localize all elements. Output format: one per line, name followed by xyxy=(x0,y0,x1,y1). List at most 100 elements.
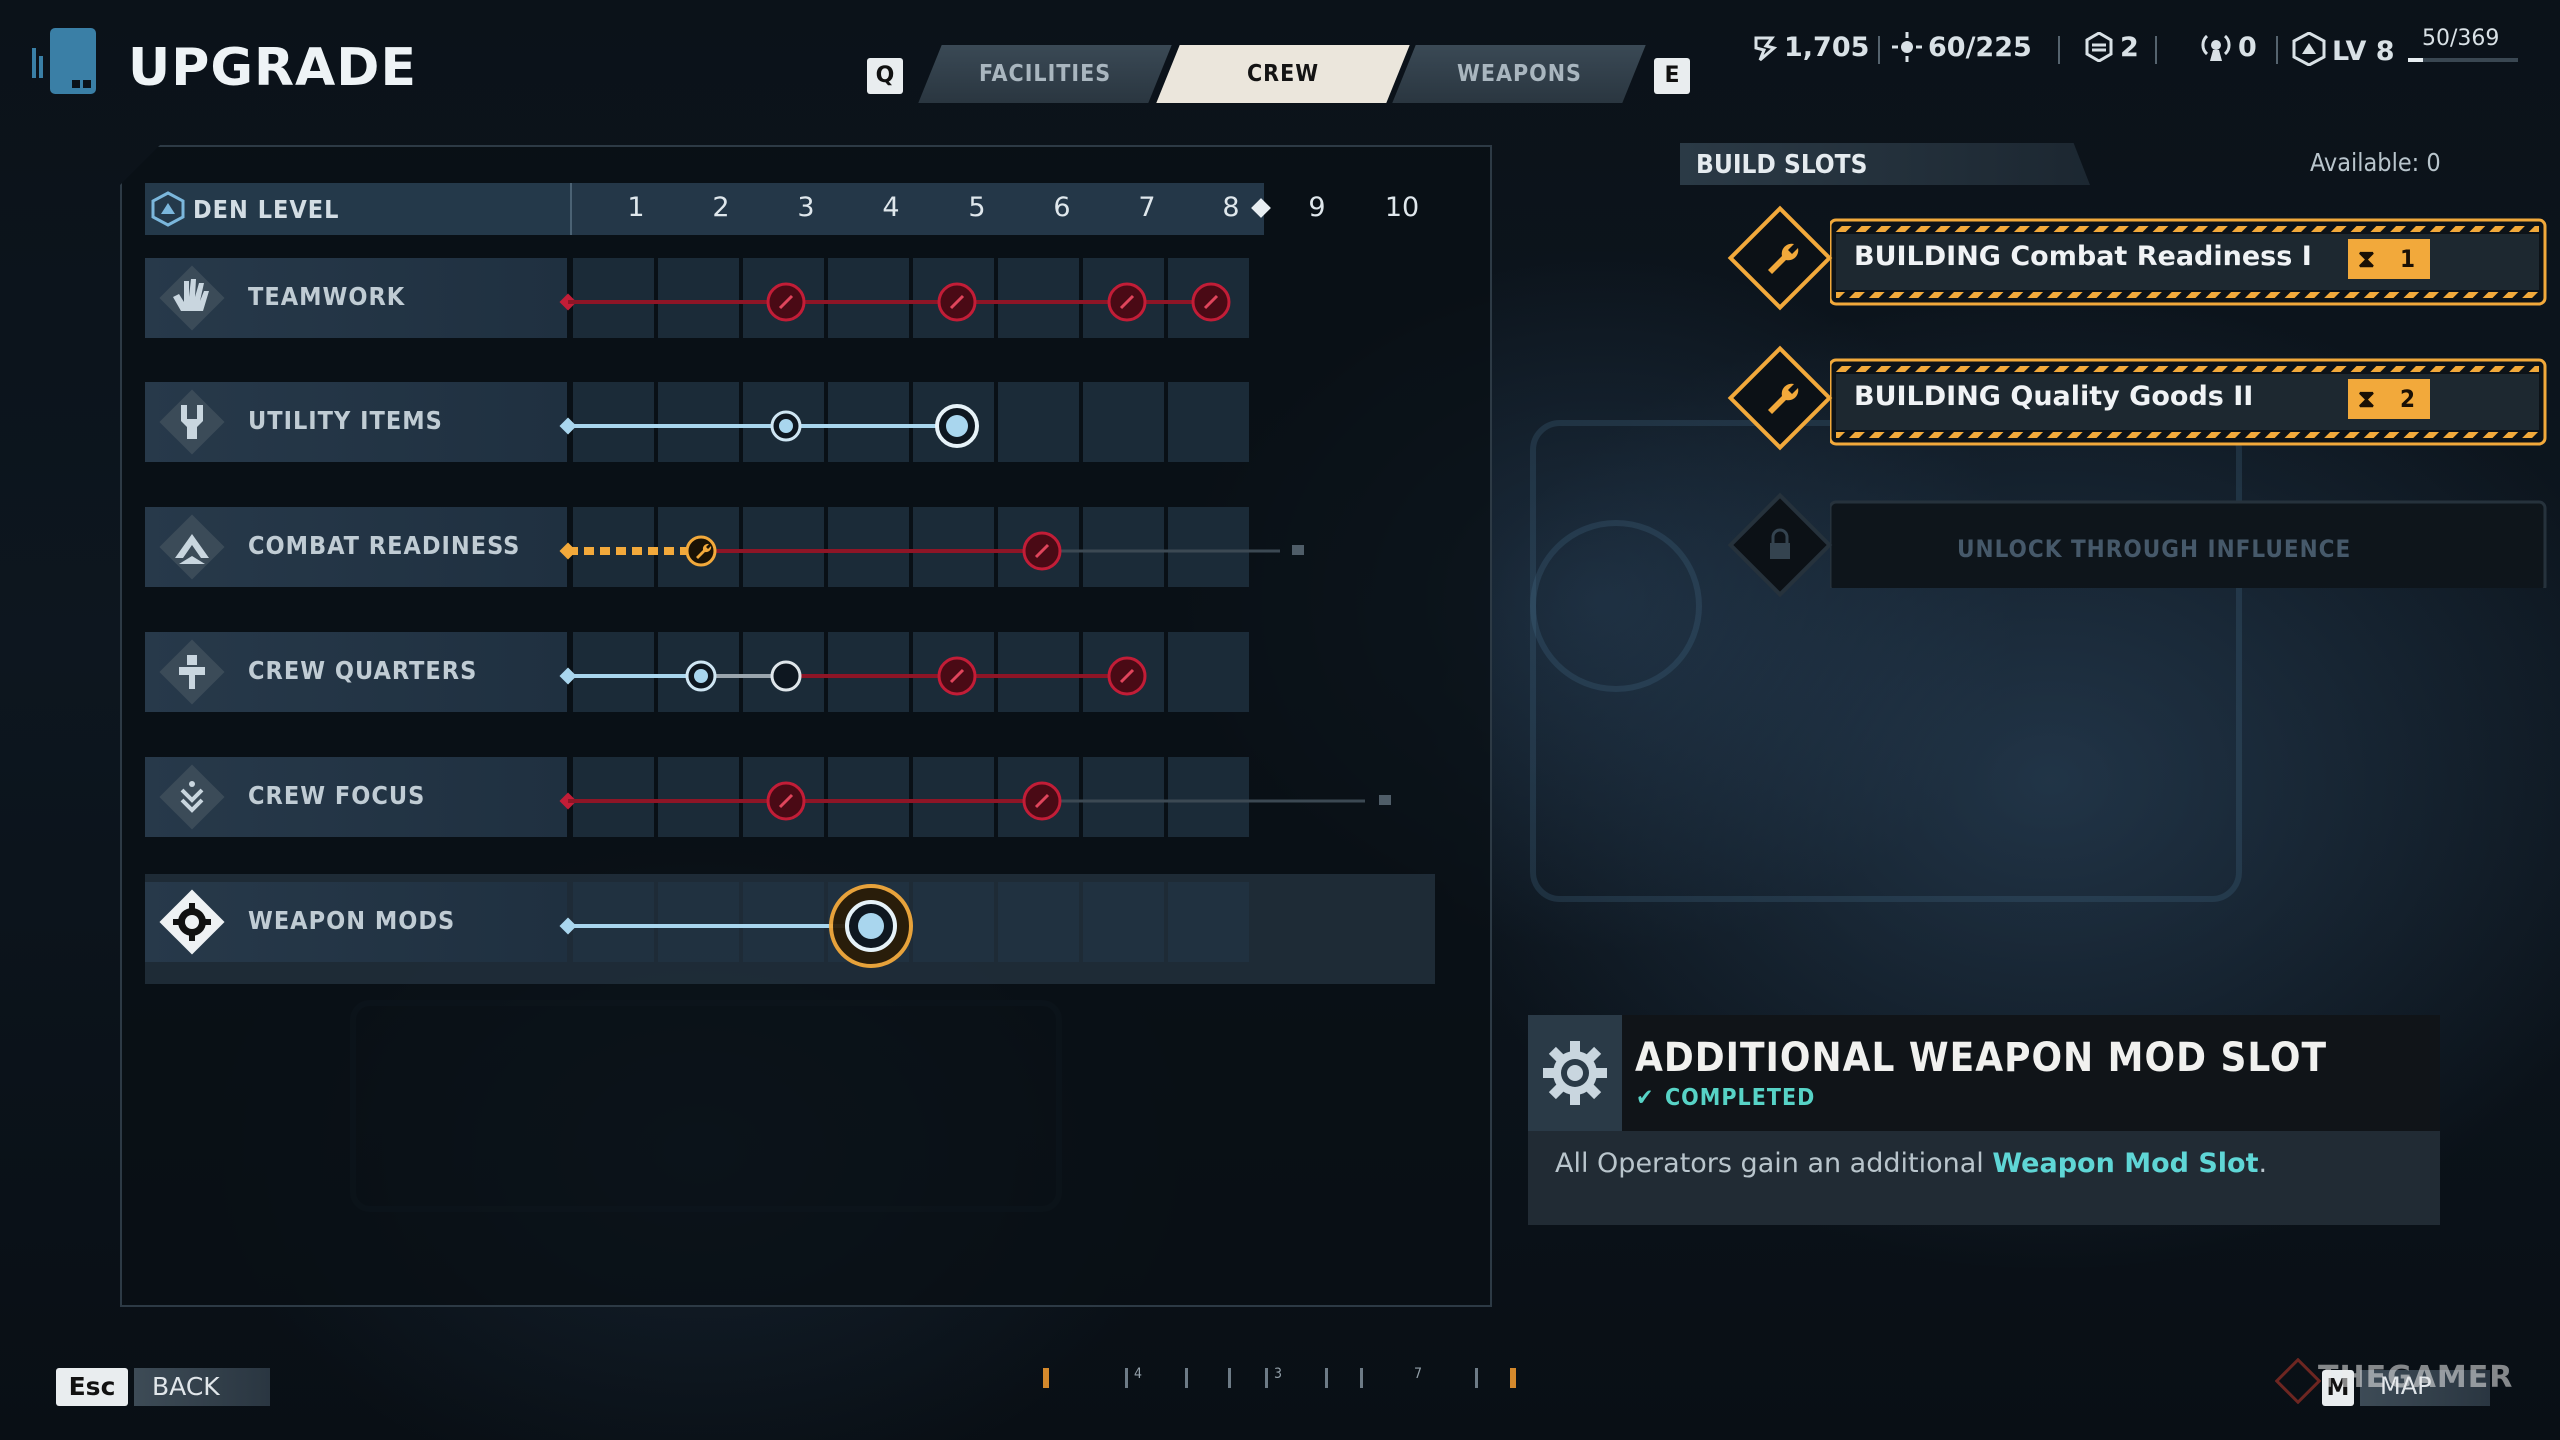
level-cell xyxy=(1168,882,1249,962)
gear-icon xyxy=(1543,1041,1607,1105)
level-cell xyxy=(998,258,1079,338)
build-timer-value: 2 xyxy=(2400,385,2416,413)
detail-desc-suffix: . xyxy=(2258,1148,2268,1179)
level-cell xyxy=(828,632,909,712)
detail-icon-box xyxy=(1528,1015,1622,1131)
level-cell xyxy=(828,757,909,837)
level-cell xyxy=(573,882,654,962)
den-level-8: 8 xyxy=(1222,192,1240,223)
build-timer-value: 1 xyxy=(2400,245,2416,273)
level-cell xyxy=(1083,382,1164,462)
level-cell xyxy=(658,507,739,587)
den-level-3: 3 xyxy=(797,192,815,223)
detail-title: ADDITIONAL WEAPON MOD SLOT xyxy=(1635,1035,2328,1081)
level-cell xyxy=(743,507,824,587)
upgrade-row-teamwork[interactable]: TEAMWORK xyxy=(145,250,1435,340)
level-cell xyxy=(573,632,654,712)
level-cell xyxy=(1168,258,1249,338)
upgrade-row-label: CREW FOCUS xyxy=(248,781,426,810)
hourglass-icon: ⧗ xyxy=(2358,385,2375,413)
detail-status: COMPLETED xyxy=(1665,1085,1816,1111)
level-cell xyxy=(743,258,824,338)
check-icon: ✔ xyxy=(1636,1085,1654,1111)
back-label: BACK xyxy=(152,1372,220,1401)
upgrade-row-weapon-mods[interactable]: WEAPON MODS xyxy=(145,874,1435,984)
detail-desc-highlight: Weapon Mod Slot xyxy=(1992,1148,2259,1179)
upgrade-row-label: COMBAT READINESS xyxy=(248,531,521,560)
claw-icon xyxy=(1754,36,1778,62)
tokens-value: 2 xyxy=(2120,32,2139,63)
level-cell xyxy=(913,507,994,587)
stat-divider xyxy=(2155,36,2157,64)
token-icon xyxy=(2085,31,2113,63)
level-cell xyxy=(913,632,994,712)
upgrade-row-crew-quarters[interactable]: CREW QUARTERS xyxy=(145,624,1435,714)
den-level-4: 4 xyxy=(882,192,900,223)
page-title: UPGRADE xyxy=(128,38,417,98)
watermark-logo-icon xyxy=(2275,1358,2321,1404)
tab-facilities[interactable]: FACILITIES xyxy=(918,45,1172,103)
level-cell xyxy=(573,382,654,462)
level-cell xyxy=(913,382,994,462)
build-slot-label: BUILDING Combat Readiness I xyxy=(1854,241,2312,272)
upgrade-row-crew-focus[interactable]: CREW FOCUS xyxy=(145,749,1435,839)
stat-divider xyxy=(1878,36,1880,64)
back-key[interactable]: Esc xyxy=(56,1368,128,1406)
level-cell xyxy=(998,382,1079,462)
den-level-2: 2 xyxy=(712,192,730,223)
level-cell xyxy=(1168,632,1249,712)
resource-stat: 60/225 xyxy=(1892,32,2032,63)
upgrade-detail-card: ADDITIONAL WEAPON MOD SLOT ✔ COMPLETED A… xyxy=(1528,1015,2440,1225)
bed-icon xyxy=(159,639,225,705)
tab-crew-label: CREW xyxy=(1246,61,1320,87)
den-level-5: 5 xyxy=(968,192,986,223)
page-tick xyxy=(1185,1368,1188,1388)
utility-icon xyxy=(159,389,225,455)
prev-tab-key[interactable]: Q xyxy=(867,58,903,94)
next-tab-key[interactable]: E xyxy=(1654,58,1690,94)
upgrade-row-cells xyxy=(573,258,1253,338)
page-tick xyxy=(1043,1368,1049,1388)
level-cell xyxy=(1083,258,1164,338)
level-cell xyxy=(828,258,909,338)
level-cell xyxy=(998,757,1079,837)
stat-divider xyxy=(2058,36,2060,64)
page-tick xyxy=(1125,1368,1128,1388)
wrench-icon xyxy=(1727,345,1833,451)
stat-divider xyxy=(2276,36,2278,64)
build-slot-2[interactable]: BUILDING Quality Goods II ⧗ 2 xyxy=(1720,345,2547,451)
tab-weapons[interactable]: WEAPONS xyxy=(1392,45,1646,103)
locked-slot-label: UNLOCK THROUGH INFLUENCE xyxy=(1957,535,2352,563)
upgrade-row-cells xyxy=(573,507,1253,587)
level-cell xyxy=(573,507,654,587)
tab-crew[interactable]: CREW xyxy=(1156,45,1410,103)
xp-progress-fill xyxy=(2408,58,2424,62)
level-cell xyxy=(1168,507,1249,587)
level-cell xyxy=(573,258,654,338)
level-cell xyxy=(658,382,739,462)
level-cell xyxy=(658,757,739,837)
level-cell xyxy=(913,882,994,962)
upgrade-row-cells xyxy=(573,632,1253,712)
upgrade-row-label: TEAMWORK xyxy=(248,282,406,311)
upgrade-row-utility-items[interactable]: UTILITY ITEMS xyxy=(145,374,1435,464)
tokens-stat: 2 xyxy=(2084,31,2139,63)
level-cell xyxy=(828,382,909,462)
level-cell xyxy=(658,882,739,962)
level-cell xyxy=(913,258,994,338)
build-slot-1[interactable]: BUILDING Combat Readiness I ⧗ 1 xyxy=(1720,205,2547,311)
page-tick-label: 7 xyxy=(1414,1366,1423,1382)
upgrade-row-combat-readiness[interactable]: COMBAT READINESS xyxy=(145,499,1435,589)
build-timer-badge: ⧗ 1 xyxy=(2348,239,2430,279)
upgrade-row-label: WEAPON MODS xyxy=(248,906,456,935)
den-level-9: 9 xyxy=(1308,192,1326,223)
level-cell xyxy=(998,882,1079,962)
page-tick xyxy=(1265,1368,1268,1388)
sun-icon xyxy=(1892,32,1922,62)
upgrade-row-cells xyxy=(573,882,1253,962)
level-cell xyxy=(1168,382,1249,462)
resource-value: 60/225 xyxy=(1928,32,2032,63)
upgrade-row-cells xyxy=(573,382,1253,462)
lock-icon xyxy=(1727,492,1833,598)
signals-value: 0 xyxy=(2238,32,2257,63)
